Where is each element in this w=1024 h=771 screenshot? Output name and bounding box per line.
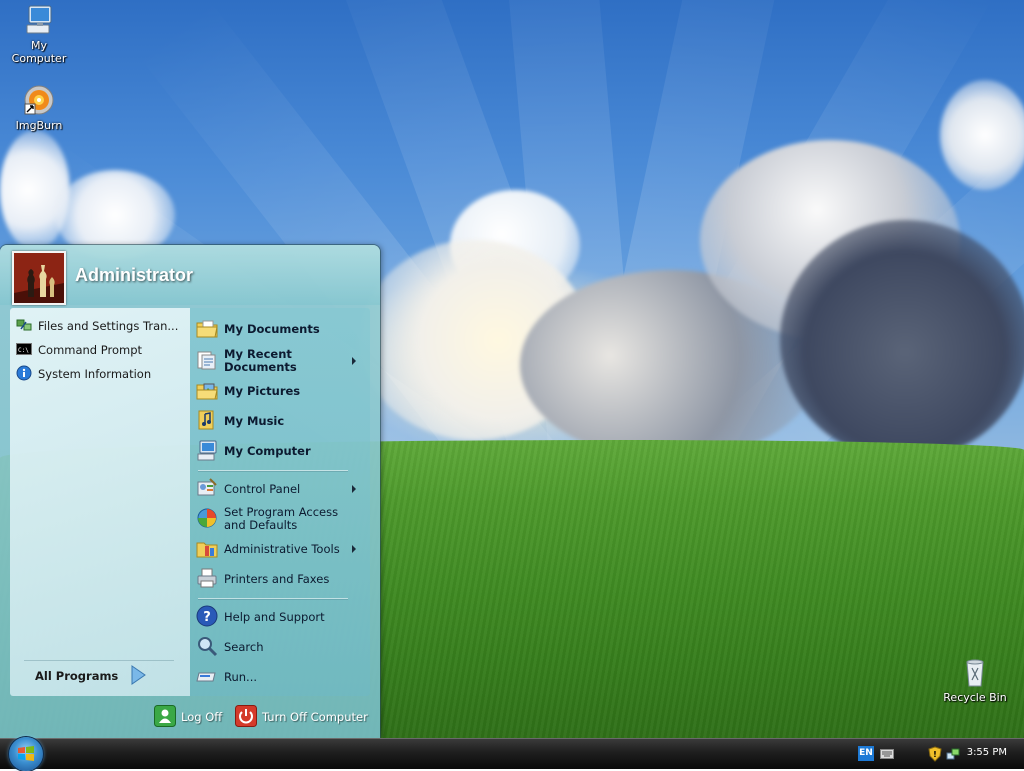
svg-text:?: ? [203,610,211,625]
system-information-icon [16,365,32,384]
run-icon [196,665,218,690]
menu-item-my-documents[interactable]: My Documents [196,316,366,342]
desktop-icon-recycle-bin[interactable]: Recycle Bin [936,656,1014,704]
menu-item-my-music[interactable]: My Music [196,408,366,434]
avatar[interactable] [12,251,66,305]
menu-item-my-recent-documents[interactable]: My Recent Documents [196,346,366,376]
menu-item-command-prompt[interactable]: C:\ Command Prompt [16,340,186,360]
submenu-arrow-icon [352,485,356,493]
desktop-icon-my-computer[interactable]: My Computer [0,4,78,65]
start-menu-header: Administrator [0,245,380,305]
power-icon [235,704,257,730]
start-menu-footer: Log Off Turn Off Computer [0,699,380,739]
cloud [780,220,1024,460]
pinned-programs-panel: Files and Settings Tran... C:\ Command P… [10,308,190,696]
svg-text:!: ! [933,750,937,759]
start-menu-body: Files and Settings Tran... C:\ Command P… [10,308,370,696]
menu-item-label: Set Program Access and Defaults [224,505,339,532]
turn-off-label: Turn Off Computer [262,710,368,724]
menu-item-label: Administrative Tools [224,541,340,556]
cloud [940,80,1024,190]
folder-pictures-icon [196,379,218,404]
search-icon [196,635,218,660]
menu-separator [198,598,348,599]
turn-off-computer-button[interactable]: Turn Off Computer [235,704,368,730]
arrow-right-icon [130,664,147,688]
system-tray: EN ! 3:55 PM [854,739,1024,769]
menu-item-label: Files and Settings Tran... [38,319,179,333]
menu-item-label: Help and Support [224,609,325,624]
imgburn-icon [23,84,55,116]
windows-logo-icon [17,745,35,766]
desktop-icon-label: Recycle Bin [943,691,1007,704]
folder-documents-icon [196,317,218,342]
my-computer-icon [196,439,218,464]
recent-documents-icon [196,349,218,374]
log-off-button[interactable]: Log Off [154,704,223,730]
clock[interactable]: 3:55 PM [967,747,1007,758]
admin-tools-icon [196,537,218,562]
menu-item-run[interactable]: Run... [196,664,366,690]
menu-item-label: My Documents [224,321,320,336]
menu-item-label: Command Prompt [38,343,143,357]
menu-item-label: Run... [224,669,258,684]
menu-item-administrative-tools[interactable]: Administrative Tools [196,536,366,562]
menu-item-label: My Computer [224,443,311,458]
menu-item-label: Control Panel [224,481,301,496]
language-indicator[interactable]: EN [858,746,874,761]
menu-item-help-support[interactable]: ? Help and Support [196,604,366,630]
help-icon: ? [196,605,218,630]
menu-item-label: My Recent Documents [224,347,297,374]
menu-item-label: My Pictures [224,383,301,398]
menu-item-set-program-access[interactable]: Set Program Access and Defaults [196,504,366,534]
menu-item-system-information[interactable]: System Information [16,364,186,384]
log-off-icon [154,704,176,730]
my-computer-icon [23,4,55,36]
menu-item-label: System Information [38,367,152,381]
program-defaults-icon [196,507,218,532]
desktop-icon-imgburn[interactable]: ImgBurn [0,84,78,132]
menu-item-label: Search [224,639,264,654]
command-prompt-icon: C:\ [16,341,32,360]
music-icon [196,409,218,434]
keyboard-icon[interactable] [880,748,894,763]
desktop-icon-label: My Computer [11,39,67,65]
submenu-arrow-icon [352,357,356,365]
svg-text:C:\: C:\ [18,347,29,354]
menu-item-label: Printers and Faxes [224,571,330,586]
menu-item-files-settings-transfer[interactable]: Files and Settings Tran... [16,316,186,336]
menu-item-control-panel[interactable]: Control Panel [196,476,366,502]
menu-item-my-pictures[interactable]: My Pictures [196,378,366,404]
control-panel-icon [196,477,218,502]
desktop-icon-label: ImgBurn [15,119,63,132]
security-shield-icon[interactable]: ! [928,746,942,765]
all-programs-label: All Programs [35,669,119,683]
places-panel: My Documents My Recent Documents My Pict… [190,308,370,696]
menu-item-search[interactable]: Search [196,634,366,660]
log-off-label: Log Off [181,710,223,724]
menu-item-label: My Music [224,413,285,428]
menu-item-my-computer[interactable]: My Computer [196,438,366,464]
user-name: Administrator [75,265,194,285]
printer-icon [196,567,218,592]
all-programs-button[interactable]: All Programs [24,660,174,685]
menu-item-printers-faxes[interactable]: Printers and Faxes [196,566,366,592]
submenu-arrow-icon [352,545,356,553]
menu-separator [198,470,348,471]
recycle-bin-icon [959,656,991,688]
start-menu: Administrator Files and Settings Tran...… [0,245,380,739]
start-button[interactable] [9,737,43,771]
network-icon[interactable] [946,747,960,764]
files-settings-transfer-icon [16,317,32,336]
taskbar: EN ! 3:55 PM [0,737,1024,771]
